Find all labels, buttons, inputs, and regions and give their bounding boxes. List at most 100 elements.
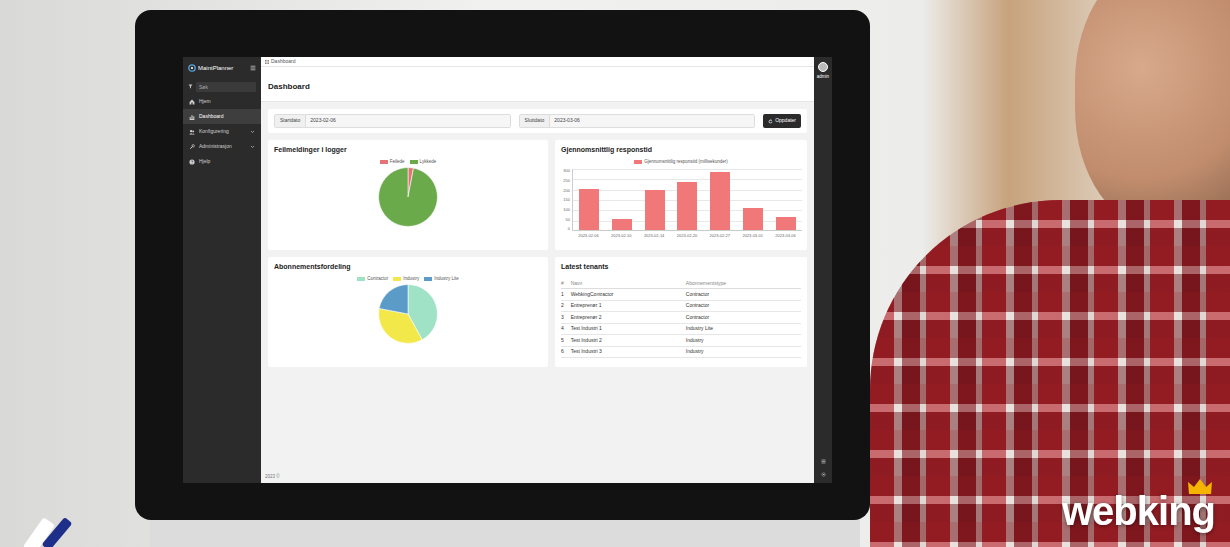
search-row	[183, 79, 261, 94]
y-tick: 100	[560, 208, 570, 212]
help-icon	[189, 159, 195, 165]
user-name: admin	[817, 74, 829, 81]
y-tick: 250	[560, 179, 570, 183]
sidebar-item[interactable]: Hjelp	[183, 154, 261, 169]
pie-slice[interactable]	[379, 168, 438, 227]
y-tick: 50	[560, 218, 570, 222]
home-icon	[189, 99, 195, 105]
card-grid: Feilmeldinger i loggerFeiledeLykkedeGjen…	[268, 140, 807, 367]
title-bar: Dashboard	[261, 67, 814, 102]
x-tick: 2023-02-20	[677, 233, 697, 239]
menu-icon[interactable]	[250, 65, 256, 71]
avatar-icon[interactable]	[818, 62, 828, 72]
legend-swatch	[393, 277, 401, 281]
legend-item[interactable]: Contractor	[357, 276, 388, 283]
refresh-icon	[768, 119, 773, 124]
table-cell: Entreprenør 1	[571, 300, 686, 312]
column-header[interactable]: Abonnementstype	[686, 279, 801, 289]
bar[interactable]	[579, 189, 599, 231]
field-value: 2023-02-06	[306, 115, 509, 127]
expand-marker	[250, 159, 255, 164]
sidebar-item[interactable]: Dashboard	[183, 109, 261, 124]
logo-icon	[188, 64, 196, 72]
bar[interactable]	[743, 208, 763, 230]
monitor: MaintPlannerHjemDashboardKonfigureringAd…	[135, 10, 870, 520]
y-tick: 150	[560, 198, 570, 202]
bar[interactable]	[776, 217, 796, 230]
brand-name: MaintPlanner	[198, 64, 233, 73]
table-row[interactable]: 5Test Industri 2Industry	[561, 335, 801, 347]
legend-label: Feilede	[390, 159, 405, 166]
legend-item[interactable]: Feilede	[380, 159, 405, 166]
right-rail: admin	[814, 57, 832, 483]
pie-chart	[378, 167, 438, 227]
pie-slice[interactable]	[379, 285, 408, 314]
pie-slice[interactable]	[379, 309, 423, 344]
breadcrumb[interactable]: Dashboard	[271, 58, 295, 66]
field-label: Sluttdato	[520, 115, 551, 127]
bar[interactable]	[710, 172, 730, 230]
legend-item[interactable]: Industry	[393, 276, 419, 283]
table-cell: 5	[561, 335, 571, 347]
legend-label: Contractor	[367, 276, 388, 283]
bar[interactable]	[677, 182, 697, 230]
footer: 2023 ©	[261, 474, 814, 483]
y-axis: 300250200150100500	[560, 169, 572, 231]
card-title: Gjennomsnittlig responstid	[555, 140, 807, 156]
card-title: Abonnementsfordeling	[268, 257, 548, 273]
x-axis: 2023-02-062023-02-102023-02-142023-02-20…	[572, 233, 802, 239]
pie-chart	[378, 284, 438, 344]
x-tick: 2023-03-06	[775, 233, 795, 239]
card-title: Latest tenants	[555, 257, 807, 273]
expand-marker	[250, 99, 255, 104]
sidebar: MaintPlanner HjemDashboard Konfigurering Ad…	[183, 57, 261, 483]
table-row[interactable]: 6Test Industri 3Industry	[561, 346, 801, 358]
sidebar-item[interactable]: Hjem	[183, 94, 261, 109]
legend-swatch	[634, 160, 642, 164]
users-icon	[189, 129, 195, 135]
table-row[interactable]: 3Entreprenør 2Contractor	[561, 312, 801, 324]
legend-swatch	[424, 277, 432, 281]
refresh-button[interactable]: Oppdater	[763, 114, 801, 128]
table-cell: Industry	[686, 346, 801, 358]
sidebar-label: Konfigurering	[199, 128, 229, 136]
x-tick: 2023-02-27	[710, 233, 730, 239]
plot-area	[572, 169, 802, 231]
table-cell: Test Industri 1	[571, 323, 686, 335]
brand-logo: webking	[1062, 478, 1215, 532]
bar[interactable]	[645, 190, 665, 231]
table-row[interactable]: 4Test Industri 1Industry Lite	[561, 323, 801, 335]
legend-swatch	[380, 160, 388, 164]
sidebar-item[interactable]: Konfigurering	[183, 124, 261, 139]
legend-item[interactable]: Industry Lite	[424, 276, 459, 283]
main-area: DashboardDashboard Startdato2023-02-06 Slu…	[261, 57, 814, 483]
tenants-card: Latest tenants #NavnAbonnementstype1Webki…	[555, 257, 807, 367]
y-tick: 200	[560, 189, 570, 193]
x-tick: 2023-02-14	[644, 233, 664, 239]
legend-label: Industry Lite	[434, 276, 459, 283]
date-field[interactable]: Sluttdato2023-03-06	[519, 114, 756, 128]
grid-icon	[265, 60, 269, 64]
search-field[interactable]	[196, 82, 256, 92]
legend-label: Industry	[403, 276, 419, 283]
table-row[interactable]: 2Entreprenør 1Contractor	[561, 300, 801, 312]
table-cell: Test Industri 2	[571, 335, 686, 347]
wrench-icon	[189, 144, 195, 150]
table-cell: Test Industri 3	[571, 346, 686, 358]
column-header[interactable]: #	[561, 279, 571, 289]
legend-label: Gjennomsnittlig responstid (millisekunde…	[644, 159, 728, 166]
y-tick: 0	[560, 227, 570, 231]
menu-icon[interactable]	[821, 459, 826, 464]
bar[interactable]	[612, 219, 632, 230]
table-row[interactable]: 1WebkingContractorContractor	[561, 289, 801, 301]
date-field[interactable]: Startdato2023-02-06	[274, 114, 511, 128]
legend-item[interactable]: Lykkede	[410, 159, 437, 166]
column-header[interactable]: Navn	[571, 279, 686, 289]
filter-icon[interactable]	[188, 84, 193, 89]
table-header: #NavnAbonnementstype	[561, 279, 801, 289]
gear-icon[interactable]	[821, 472, 826, 477]
brand[interactable]: MaintPlanner	[188, 64, 233, 73]
chart-legend: Contractor Industry Industry Lite	[268, 276, 548, 283]
chevron-down-icon	[250, 144, 255, 149]
sidebar-item[interactable]: Administrasjon	[183, 139, 261, 154]
